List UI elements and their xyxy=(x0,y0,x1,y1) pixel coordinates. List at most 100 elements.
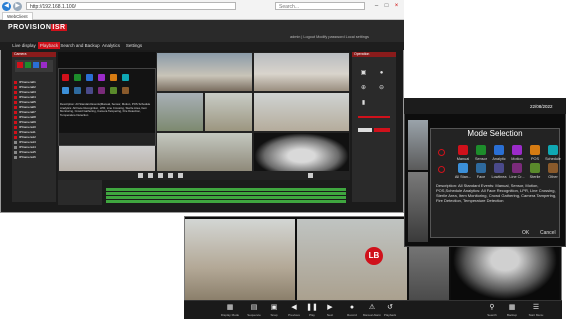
mode-icon[interactable] xyxy=(17,62,23,68)
camera-tile[interactable] xyxy=(297,219,407,301)
list-item[interactable]: IPCamera03 xyxy=(14,90,54,94)
manual-alarm-button[interactable]: ⚠ xyxy=(366,302,378,313)
camera-tile[interactable] xyxy=(185,219,295,301)
camera-tile-fisheye[interactable] xyxy=(253,132,350,172)
list-item[interactable]: IPCamera02 xyxy=(14,85,54,89)
camera-tile[interactable] xyxy=(204,92,253,132)
ok-button[interactable]: OK xyxy=(522,230,529,236)
close-icon[interactable]: × xyxy=(392,2,401,10)
address-bar[interactable]: http://192.168.1.100/ xyxy=(26,2,236,10)
camera-tile[interactable] xyxy=(156,92,204,132)
maximize-icon[interactable]: □ xyxy=(382,2,391,10)
volume-slider[interactable] xyxy=(358,116,390,118)
sterile-icon[interactable] xyxy=(530,163,540,173)
list-item[interactable]: IPCamera14 xyxy=(14,145,54,149)
face-icon[interactable] xyxy=(74,87,81,94)
radio-button[interactable] xyxy=(438,166,445,173)
sensor-icon[interactable] xyxy=(74,74,81,81)
schedule-icon[interactable] xyxy=(122,74,129,81)
list-item[interactable]: IPCamera09 xyxy=(14,120,54,124)
other-icon[interactable] xyxy=(548,163,558,173)
forward-button[interactable]: ▶ xyxy=(13,2,22,11)
minimize-icon[interactable]: – xyxy=(372,2,381,10)
motion-icon[interactable] xyxy=(512,145,522,155)
browser-tab[interactable]: WebClient xyxy=(2,12,33,20)
all-standard-icon[interactable] xyxy=(62,87,69,94)
next-icon[interactable] xyxy=(168,173,173,178)
analytic-icon[interactable] xyxy=(86,74,93,81)
camera-tile[interactable] xyxy=(156,132,253,172)
list-item[interactable]: IPCamera12 xyxy=(14,135,54,139)
search-input[interactable]: Search... xyxy=(275,2,365,10)
list-item[interactable]: IPCamera06 xyxy=(14,105,54,109)
list-item[interactable]: IPCamera15 xyxy=(14,150,54,154)
fullscreen-icon[interactable] xyxy=(308,173,313,178)
list-item[interactable]: IPCamera13 xyxy=(14,140,54,144)
record-button[interactable]: ● xyxy=(346,302,358,313)
mode-icon[interactable] xyxy=(25,62,31,68)
tab-analytics[interactable]: Analytics xyxy=(100,42,122,49)
next-button[interactable]: ▶ xyxy=(324,302,336,313)
sterile-icon[interactable] xyxy=(110,87,117,94)
display-mode-button[interactable]: ▦ xyxy=(224,302,236,313)
zoom-out-icon[interactable]: ⊖ xyxy=(378,85,385,92)
search-button[interactable]: ⚲ xyxy=(486,302,498,313)
tab-live-display[interactable]: Live display xyxy=(10,42,38,49)
other-icon[interactable] xyxy=(122,87,129,94)
tab-playback[interactable]: Playback xyxy=(38,42,60,49)
face-icon[interactable] xyxy=(476,163,486,173)
list-item[interactable]: IPCamera08 xyxy=(14,115,54,119)
camera-tile[interactable] xyxy=(408,172,428,242)
line-crossing-icon[interactable] xyxy=(98,87,105,94)
camera-tile[interactable] xyxy=(408,120,428,170)
camera-tile[interactable] xyxy=(156,52,253,92)
list-item[interactable]: IPCamera04 xyxy=(14,95,54,99)
tab-search-backup[interactable]: Search and Backup xyxy=(60,42,100,49)
start-menu-button[interactable]: ☰ xyxy=(530,302,542,313)
fast-forward-icon[interactable] xyxy=(178,173,183,178)
zoom-in-icon[interactable]: ⊕ xyxy=(360,85,367,92)
manual-icon[interactable] xyxy=(458,145,468,155)
tab-settings[interactable]: Settings xyxy=(122,42,146,49)
list-item[interactable]: IPCamera05 xyxy=(14,100,54,104)
timeline-track[interactable] xyxy=(106,196,346,199)
timeline-track[interactable] xyxy=(106,200,346,203)
stop-button[interactable] xyxy=(374,128,390,132)
stop-icon[interactable] xyxy=(138,173,143,178)
playback-button[interactable]: ↺ xyxy=(384,302,396,313)
pause-icon[interactable] xyxy=(158,173,163,178)
lowline-icon[interactable] xyxy=(86,87,93,94)
back-button[interactable]: ◀ xyxy=(2,2,11,11)
backup-button[interactable]: ▦ xyxy=(506,302,518,313)
mode-icon[interactable] xyxy=(33,62,39,68)
list-item[interactable]: IPCamera10 xyxy=(14,125,54,129)
camera-tile[interactable] xyxy=(253,92,350,132)
start-button[interactable] xyxy=(358,128,372,132)
motion-icon[interactable] xyxy=(98,74,105,81)
timeline-track[interactable] xyxy=(106,188,346,191)
list-item[interactable]: IPCamera07 xyxy=(14,110,54,114)
pos-icon[interactable] xyxy=(530,145,540,155)
lowline-icon[interactable] xyxy=(494,163,504,173)
radio-button[interactable] xyxy=(438,149,445,156)
previous-button[interactable]: ◀ xyxy=(288,302,300,313)
cancel-button[interactable]: Cancel xyxy=(540,230,556,236)
schedule-icon[interactable] xyxy=(548,145,558,155)
line-crossing-icon[interactable] xyxy=(512,163,522,173)
play-button[interactable]: ❚❚ xyxy=(306,302,318,313)
user-info[interactable]: admin | Logout Modify password Local set… xyxy=(290,35,369,39)
audio-icon[interactable]: ▮ xyxy=(360,100,367,107)
camera-tile[interactable] xyxy=(253,52,350,92)
record-icon[interactable]: ● xyxy=(378,70,385,77)
list-item[interactable]: IPCamera01 xyxy=(14,80,54,84)
manual-icon[interactable] xyxy=(62,74,69,81)
play-icon[interactable] xyxy=(148,173,153,178)
timeline-track[interactable] xyxy=(106,192,346,195)
snapshot-icon[interactable]: ▣ xyxy=(360,70,367,77)
list-item[interactable]: IPCamera16 xyxy=(14,155,54,159)
all-standard-icon[interactable] xyxy=(458,163,468,173)
list-item[interactable]: IPCamera11 xyxy=(14,130,54,134)
snap-button[interactable]: ▣ xyxy=(268,302,280,313)
analytic-icon[interactable] xyxy=(494,145,504,155)
calendar[interactable] xyxy=(58,180,102,205)
